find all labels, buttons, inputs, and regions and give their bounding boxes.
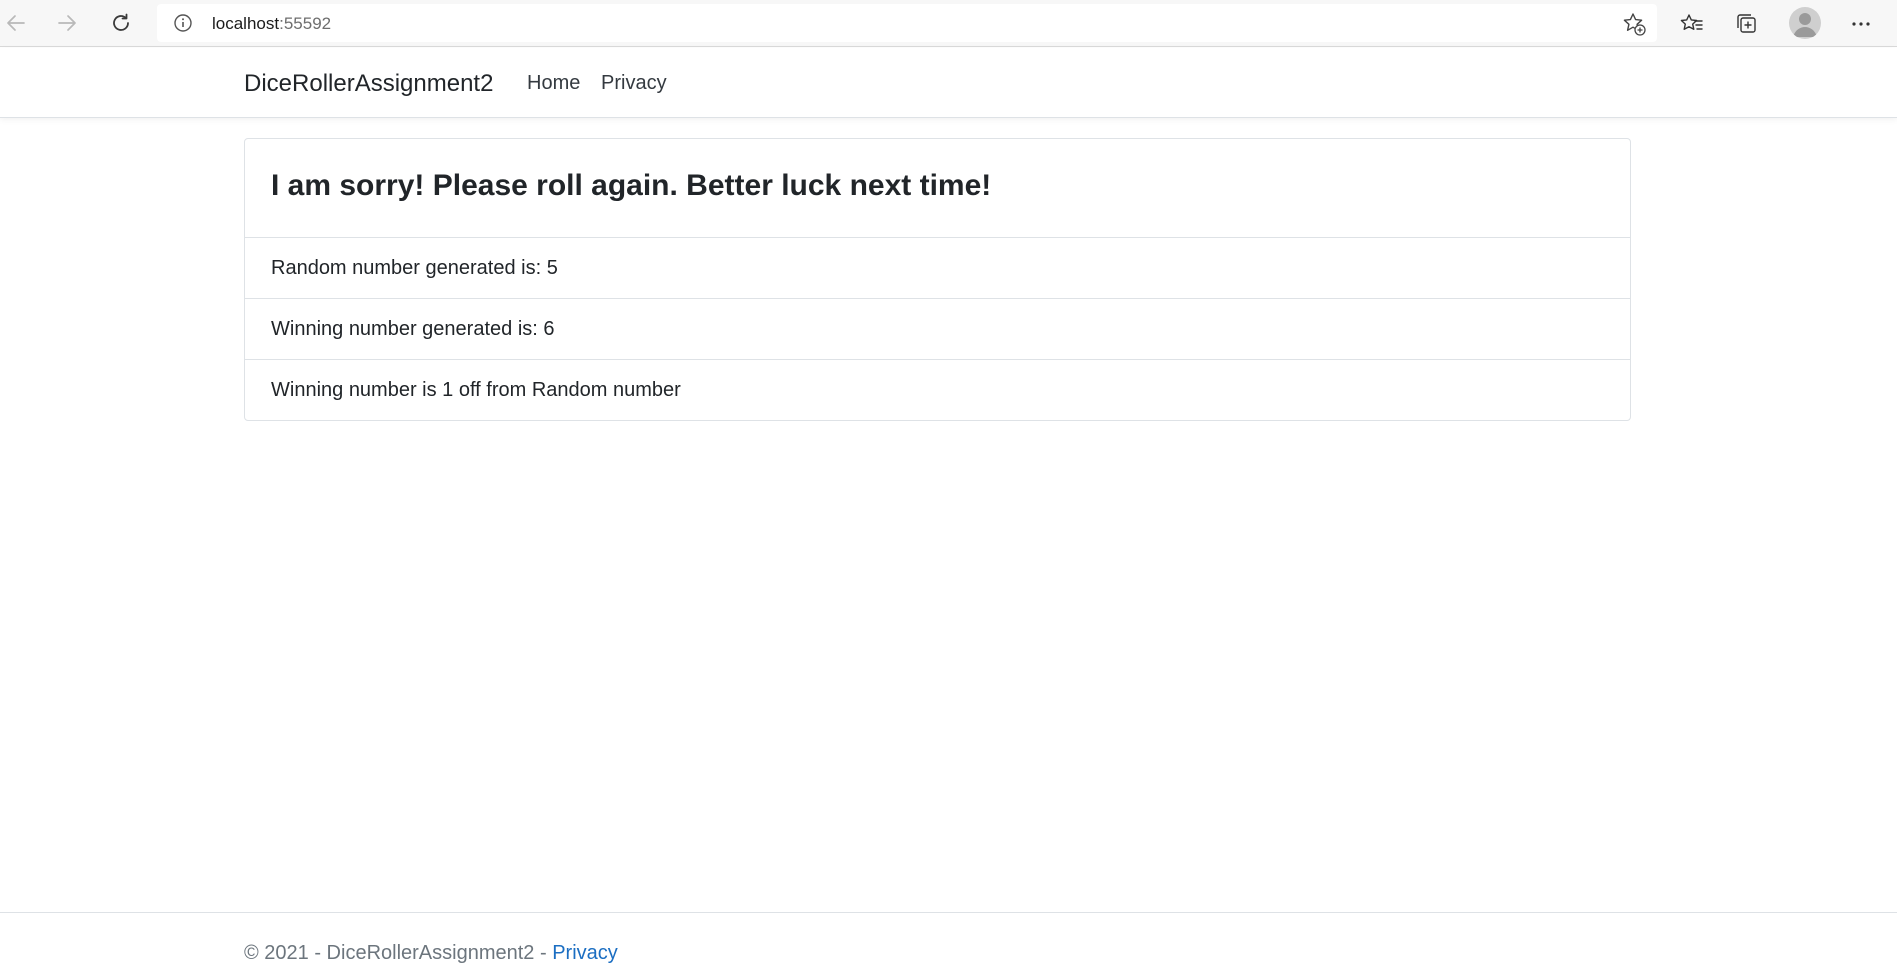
settings-more-button[interactable]: [1845, 8, 1877, 40]
footer-text: © 2021 - DiceRollerAssignment2 - Privacy: [244, 942, 618, 965]
favorites-button[interactable]: [1676, 8, 1708, 40]
back-arrow-icon: [7, 15, 25, 31]
random-number-text: Random number generated is: 5: [271, 257, 558, 279]
forward-button[interactable]: [51, 7, 83, 39]
result-card: I am sorry! Please roll again. Better lu…: [244, 138, 1631, 421]
favorites-icon: [1680, 14, 1703, 30]
url-text[interactable]: localhost:55592: [212, 14, 331, 34]
refresh-icon: [113, 13, 129, 31]
profile-avatar[interactable]: [1789, 7, 1821, 39]
result-title: I am sorry! Please roll again. Better lu…: [271, 169, 992, 202]
site-info-icon[interactable]: [173, 13, 193, 33]
nav-link-home[interactable]: Home: [527, 72, 580, 95]
refresh-button[interactable]: [105, 7, 137, 39]
browser-toolbar: localhost:55592: [0, 0, 1897, 47]
card-header: I am sorry! Please roll again. Better lu…: [245, 139, 1630, 238]
add-favorite-icon[interactable]: [1621, 11, 1647, 37]
brand-link[interactable]: DiceRollerAssignment2: [244, 70, 493, 98]
copyright-text: © 2021 - DiceRollerAssignment2 -: [244, 942, 553, 964]
site-navbar: DiceRollerAssignment2 Home Privacy: [0, 48, 1897, 118]
collections-button[interactable]: [1731, 8, 1763, 40]
list-item: Winning number generated is: 6: [245, 299, 1630, 360]
person-icon: [1793, 13, 1817, 37]
list-item: Random number generated is: 5: [245, 238, 1630, 299]
list-item: Winning number is 1 off from Random numb…: [245, 360, 1630, 420]
back-button[interactable]: [0, 7, 32, 39]
url-host: localhost: [212, 14, 280, 33]
more-dots-icon: [1852, 22, 1870, 26]
footer-privacy-link[interactable]: Privacy: [552, 942, 618, 964]
collections-icon: [1737, 14, 1756, 33]
difference-text: Winning number is 1 off from Random numb…: [271, 379, 681, 401]
address-bar[interactable]: localhost:55592: [157, 4, 1657, 42]
winning-number-text: Winning number generated is: 6: [271, 318, 555, 340]
nav-link-privacy[interactable]: Privacy: [601, 72, 667, 95]
footer: © 2021 - DiceRollerAssignment2 - Privacy: [0, 912, 1897, 968]
url-port: :55592: [279, 14, 332, 33]
forward-arrow-icon: [58, 15, 76, 31]
